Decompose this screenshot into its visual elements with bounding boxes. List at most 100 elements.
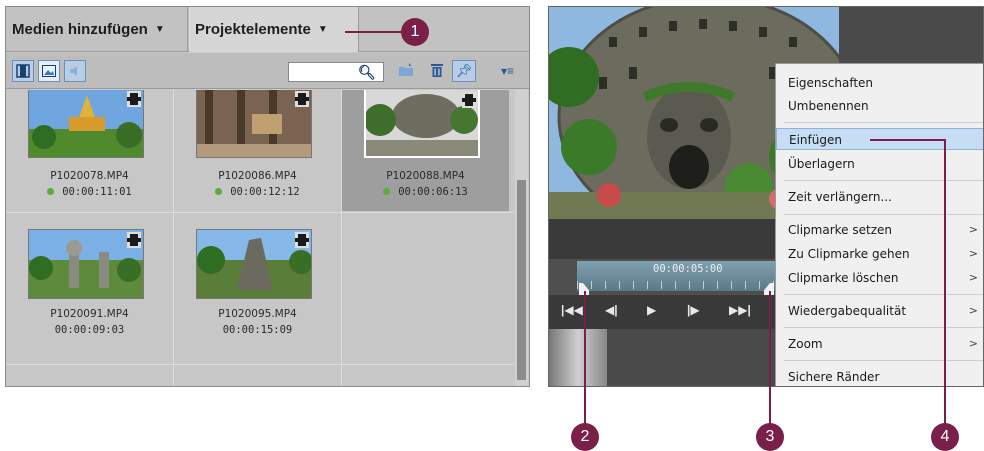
clip-duration: 00:00:09:03 xyxy=(6,324,173,336)
status-dot-icon xyxy=(215,188,223,195)
menu-item-label: Eigenschaften xyxy=(788,76,874,90)
search-icon[interactable]: 🔍︎ xyxy=(358,64,376,81)
callout-4: 4 xyxy=(931,423,959,451)
menu-item-label: Einfügen xyxy=(789,133,842,147)
list-item[interactable]: P1020095.MP4 00:00:15:09 xyxy=(174,214,341,364)
image-filter-button[interactable] xyxy=(38,60,60,82)
context-menu: Eigenschaften Umbenennen Einfügen Überla… xyxy=(775,63,983,386)
panel-menu-icon[interactable]: ▾≡ xyxy=(501,64,514,78)
menu-item-go-to-clip-marker[interactable]: Zu Clipmarke gehen > xyxy=(776,243,983,265)
monitor-background xyxy=(839,7,983,67)
clip-filename: P1020086.MP4 xyxy=(218,170,297,182)
menu-item-label: Zeit verlängern... xyxy=(788,190,892,204)
new-folder-icon[interactable] xyxy=(398,63,414,81)
clip-duration: 00:00:11:01 xyxy=(6,186,173,198)
callout-line xyxy=(345,31,403,33)
chevron-right-icon: > xyxy=(968,271,978,284)
list-item[interactable]: P1020086.MP4 00:00:12:12 xyxy=(174,90,341,211)
skip-to-end-icon[interactable]: ▶▶| xyxy=(729,303,751,317)
callout-line xyxy=(584,291,586,425)
callout-line xyxy=(870,139,946,141)
menu-item-safe-margins[interactable]: Sichere Ränder xyxy=(776,366,983,386)
menu-item-zoom[interactable]: Zoom > xyxy=(776,333,983,355)
menu-item-extend-time[interactable]: Zeit verlängern... xyxy=(776,186,983,208)
clip-filename: P1020095.MP4 xyxy=(218,308,297,320)
panel-tabbar: Medien hinzufügen ▼ Projektelemente ▼ xyxy=(6,7,529,52)
menu-item-label: Clipmarke setzen xyxy=(788,223,892,237)
callout-3: 3 xyxy=(756,423,784,451)
callout-1: 1 xyxy=(401,18,429,46)
audio-filter-button[interactable] xyxy=(64,60,86,82)
list-item-selected[interactable]: P1020088.MP4 00:00:06:13 xyxy=(342,90,509,211)
image-icon xyxy=(42,65,56,77)
film-icon xyxy=(127,91,141,107)
menu-item-properties[interactable]: Eigenschaften xyxy=(776,72,983,94)
tab-add-media[interactable]: Medien hinzufügen ▼ xyxy=(6,7,188,52)
chevron-right-icon: > xyxy=(968,304,978,317)
step-back-icon[interactable]: ◀| xyxy=(605,303,618,317)
clip-thumbnail xyxy=(28,229,144,299)
skip-to-start-icon[interactable]: |◀◀ xyxy=(561,303,583,317)
trash-icon[interactable] xyxy=(430,63,444,82)
clip-duration-text: 00:00:12:12 xyxy=(230,186,300,198)
timeline-timecode: 00:00:05:00 xyxy=(653,263,723,275)
menu-item-label: Überlagern xyxy=(788,157,855,171)
list-item[interactable]: P1020091.MP4 00:00:09:03 xyxy=(6,214,173,364)
list-item[interactable]: P1020078.MP4 00:00:11:01 xyxy=(6,90,173,211)
menu-separator xyxy=(784,327,983,328)
menu-separator xyxy=(784,214,983,215)
monitor-panel: 00:00:05:00 |◀◀ ◀| ▶ |▶ ▶▶| Eigenschafte… xyxy=(548,6,984,387)
scrollbar-thumb[interactable] xyxy=(517,180,526,380)
chevron-down-icon: ▼ xyxy=(317,24,328,35)
tab-project-assets[interactable]: Projektelemente ▼ xyxy=(189,7,359,52)
menu-item-overlay[interactable]: Überlagern xyxy=(776,153,983,175)
grid-divider xyxy=(341,90,342,386)
menu-item-label: Clipmarke löschen xyxy=(788,271,899,285)
menu-item-delete-clip-marker[interactable]: Clipmarke löschen > xyxy=(776,267,983,289)
callout-line xyxy=(944,139,946,425)
grid-divider xyxy=(6,212,514,213)
menu-item-playback-quality[interactable]: Wiedergabequalität > xyxy=(776,300,983,322)
menu-item-set-clip-marker[interactable]: Clipmarke setzen > xyxy=(776,219,983,241)
clip-duration-text: 00:00:09:03 xyxy=(54,324,125,336)
step-forward-icon[interactable]: |▶ xyxy=(687,303,700,317)
clip-duration-text: 00:00:11:01 xyxy=(62,186,132,198)
clip-duration: 00:00:15:09 xyxy=(174,324,341,336)
callout-line xyxy=(769,291,771,425)
clip-duration: 00:00:12:12 xyxy=(174,186,341,198)
menu-separator xyxy=(784,122,983,123)
pin-button[interactable]: 📌︎ xyxy=(452,60,476,82)
tab-project-assets-label: Projektelemente xyxy=(195,21,311,38)
menu-item-rename[interactable]: Umbenennen xyxy=(776,95,983,117)
pin-icon: 📌︎ xyxy=(455,63,473,78)
tab-add-media-label: Medien hinzufügen xyxy=(12,21,148,38)
clip-strip xyxy=(549,329,607,386)
menu-separator xyxy=(784,180,983,181)
film-icon xyxy=(295,232,309,248)
menu-item-label: Zoom xyxy=(788,337,823,351)
clip-thumbnail xyxy=(196,90,312,158)
clip-thumbnail xyxy=(196,229,312,299)
clip-filename: P1020091.MP4 xyxy=(50,308,129,320)
media-grid: P1020078.MP4 00:00:11:01 P1020086.MP4 00… xyxy=(6,90,514,386)
grid-divider xyxy=(6,364,514,365)
film-icon xyxy=(462,92,476,108)
grid-scrollbar[interactable] xyxy=(515,90,528,386)
menu-item-label: Umbenennen xyxy=(788,99,869,113)
menu-item-label: Sichere Ränder xyxy=(788,370,880,384)
menu-item-label: Zu Clipmarke gehen xyxy=(788,247,910,261)
timeline-ticks xyxy=(577,281,777,289)
clip-duration-text: 00:00:06:13 xyxy=(398,186,468,198)
menu-separator xyxy=(784,360,983,361)
play-icon[interactable]: ▶ xyxy=(647,303,656,317)
callout-2: 2 xyxy=(571,423,599,451)
clip-duration-text: 00:00:15:09 xyxy=(222,324,293,336)
clip-thumbnail xyxy=(364,90,480,158)
clip-thumbnail xyxy=(28,90,144,158)
project-panel: Medien hinzufügen ▼ Projektelemente ▼ 🔍︎… xyxy=(5,6,530,387)
clip-filename: P1020088.MP4 xyxy=(386,170,465,182)
video-filter-button[interactable] xyxy=(12,60,34,82)
menu-separator xyxy=(784,294,983,295)
film-icon xyxy=(295,91,309,107)
chevron-right-icon: > xyxy=(968,223,978,236)
